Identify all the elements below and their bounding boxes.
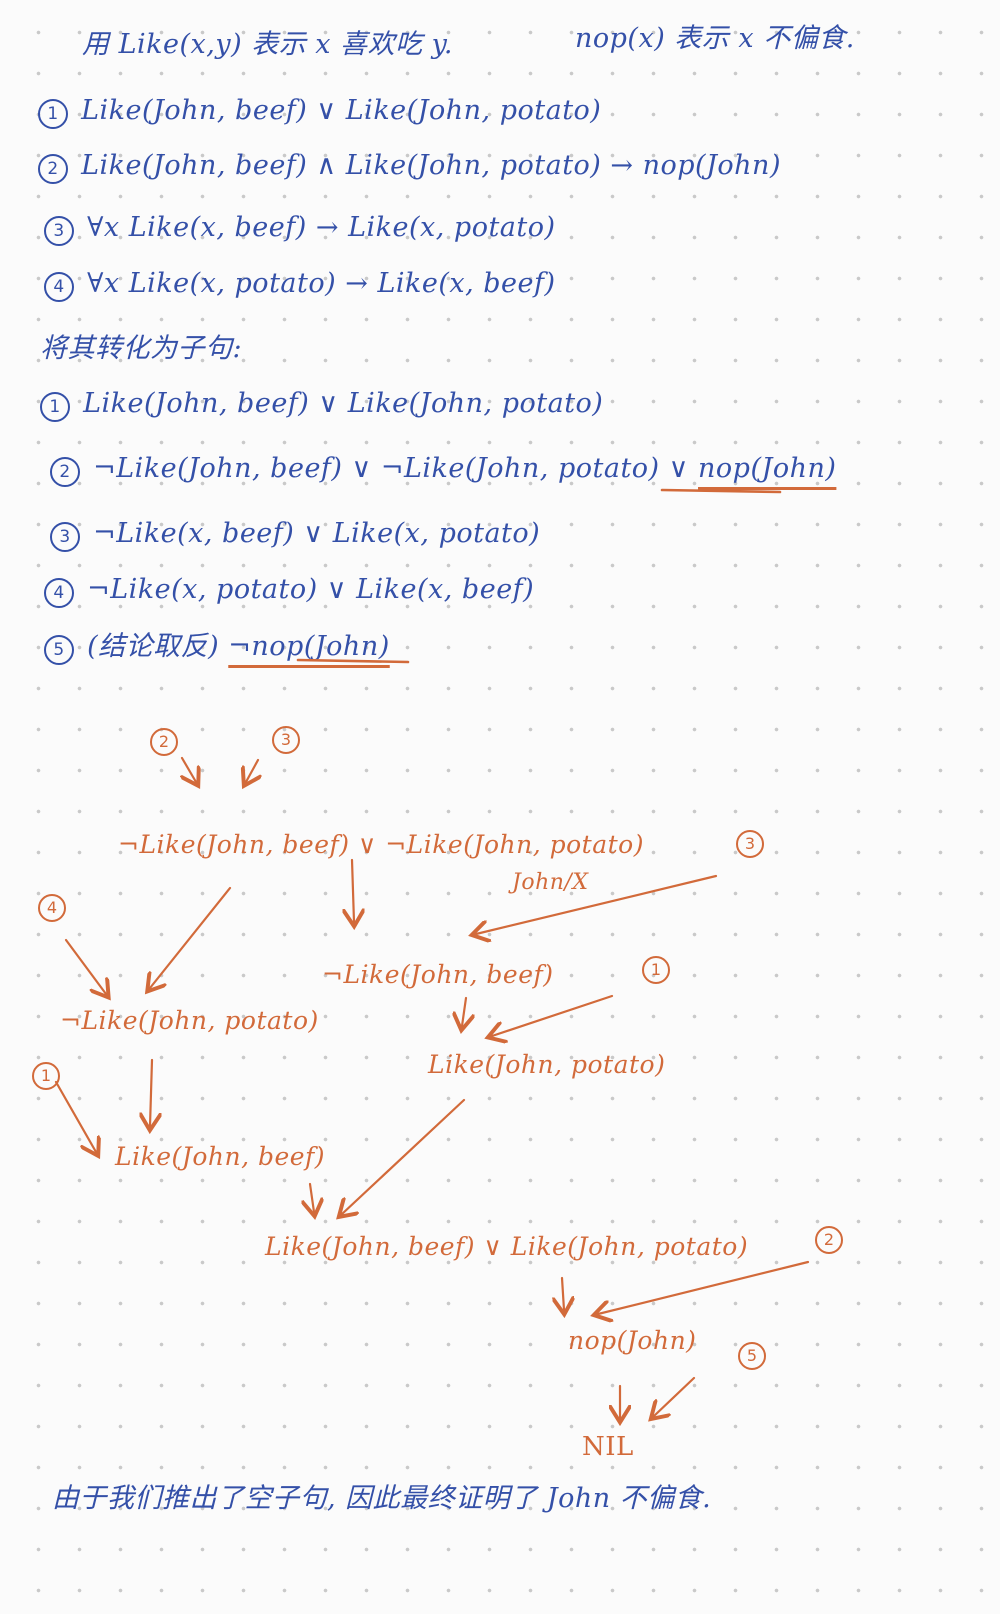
underline [660,488,782,494]
arrow [562,1276,564,1310]
arrow [310,1182,314,1212]
arrow [654,1376,696,1416]
arrow [182,756,196,782]
arrow [462,996,466,1026]
arrow [598,1260,810,1314]
resolution-arrows [54,488,810,1614]
arrow [492,994,614,1036]
arrow [352,858,354,922]
arrow [64,938,106,994]
arrow [150,886,232,988]
arrow [54,1080,96,1152]
arrow [246,758,258,782]
underline [296,658,410,664]
arrow [150,1058,152,1126]
arrow [476,874,718,934]
arrow [342,1098,466,1214]
